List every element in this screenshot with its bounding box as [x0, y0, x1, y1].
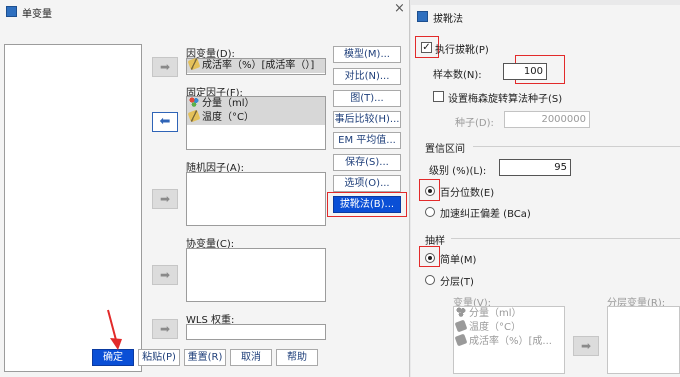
scale-variable-icon — [187, 57, 201, 71]
strata-variable-list[interactable] — [607, 306, 680, 374]
sampling-variable-label: 分量（ml） — [469, 308, 522, 319]
bootstrap-dialog: 拔靴法 ✓ 执行拔靴(P) 样本数(N): 100 设置梅森旋转算法种子(S) … — [411, 5, 680, 377]
bootstrap-button[interactable]: 拔靴法(B)... — [333, 196, 401, 213]
contrasts-button[interactable]: 对比(N)... — [333, 68, 401, 85]
dependent-item[interactable]: 成活率（%）[成活率（）] — [187, 57, 325, 73]
ci-heading: 置信区间 — [425, 144, 465, 155]
dependent-field[interactable]: 成活率（%）[成活率（）] — [186, 57, 326, 75]
sampling-variable-item[interactable]: 成活率（%）[成... — [454, 333, 564, 349]
dependent-item-label: 成活率（%）[成活率（）] — [202, 60, 315, 71]
stratified-label: 分层(T) — [440, 277, 474, 288]
save-button[interactable]: 保存(S)... — [333, 154, 401, 171]
plots-button[interactable]: 图(T)... — [333, 90, 401, 107]
perform-bootstrap-label: 执行拔靴(P) — [435, 45, 489, 56]
seed-label: 种子(D): — [455, 118, 494, 129]
post-hoc-button[interactable]: 事后比较(H)... — [333, 111, 401, 128]
sampling-divider — [451, 238, 680, 239]
wls-weight-field[interactable] — [186, 324, 326, 340]
samples-input[interactable]: 100 — [503, 63, 547, 80]
fixed-factor-item-label: 分量（ml） — [202, 98, 255, 109]
perform-bootstrap-checkbox[interactable]: ✓ — [421, 42, 432, 53]
bootstrap-dialog-title: 拔靴法 — [433, 14, 463, 25]
sampling-variable-list[interactable]: 分量（ml） 温度（°C） 成活率（%）[成... — [453, 306, 565, 374]
options-button[interactable]: 选项(O)... — [333, 175, 401, 192]
move-to-strata-button[interactable]: ➡ — [573, 336, 599, 356]
covariate-list[interactable] — [186, 248, 326, 302]
sampling-variable-item[interactable]: 分量（ml） — [454, 307, 564, 321]
scale-variable-icon — [187, 109, 201, 123]
samples-label: 样本数(N): — [433, 70, 482, 81]
reset-button[interactable]: 重置(R) — [184, 349, 226, 366]
move-to-random-button[interactable]: ➡ — [152, 189, 178, 209]
nominal-variable-icon — [456, 307, 466, 317]
sampling-variable-label: 温度（°C） — [469, 322, 521, 333]
move-to-covariate-button[interactable]: ➡ — [152, 265, 178, 285]
fixed-factor-list[interactable]: 分量（ml） 温度（°C） — [186, 96, 326, 150]
bootstrap-app-icon — [417, 11, 428, 22]
percentile-label: 百分位数(E) — [440, 188, 495, 199]
ci-level-input[interactable]: 95 — [499, 159, 571, 176]
help-button[interactable]: 帮助 — [276, 349, 318, 366]
sampling-heading: 抽样 — [425, 236, 445, 247]
univariate-dialog: 单变量 × ➡ ⬅ ➡ ➡ ➡ 因变量(D): 成活率（%）[成活率（）] 固定… — [0, 0, 410, 377]
model-button[interactable]: 模型(M)... — [333, 46, 401, 63]
mersenne-label: 设置梅森旋转算法种子(S) — [448, 94, 563, 105]
random-factor-list[interactable] — [186, 172, 326, 226]
fixed-factor-item[interactable]: 温度（°C） — [187, 109, 325, 125]
stratified-radio[interactable] — [425, 275, 435, 285]
paste-button[interactable]: 粘贴(P) — [138, 349, 180, 366]
simple-radio[interactable] — [425, 253, 435, 263]
fixed-factor-item-label: 温度（°C） — [202, 112, 254, 123]
nominal-variable-icon — [189, 97, 199, 107]
sampling-variable-label: 成活率（%）[成... — [469, 336, 552, 347]
mersenne-checkbox[interactable] — [433, 91, 444, 102]
bca-radio[interactable] — [425, 207, 435, 217]
app-icon — [6, 6, 17, 17]
dialog-title: 单变量 — [22, 9, 52, 20]
scale-variable-icon — [454, 333, 468, 347]
move-to-dependent-button[interactable]: ➡ — [152, 57, 178, 77]
seed-input[interactable]: 2000000 — [504, 111, 590, 128]
move-back-fixed-button[interactable]: ⬅ — [152, 112, 178, 132]
cancel-button[interactable]: 取消 — [230, 349, 272, 366]
ci-divider — [473, 146, 680, 147]
em-means-button[interactable]: EM 平均值... — [333, 132, 401, 149]
scale-variable-icon — [454, 319, 468, 333]
close-icon[interactable]: × — [394, 1, 405, 16]
sampling-variable-item[interactable]: 温度（°C） — [454, 319, 564, 335]
percentile-radio[interactable] — [425, 186, 435, 196]
bca-label: 加速纠正偏差 (BCa) — [440, 209, 531, 220]
simple-label: 简单(M) — [440, 255, 477, 266]
pointer-arrow-icon — [107, 309, 122, 350]
ci-level-label: 级别 (%)(L): — [429, 166, 487, 177]
fixed-factor-item[interactable]: 分量（ml） — [187, 97, 325, 111]
move-to-wls-button[interactable]: ➡ — [152, 319, 178, 339]
